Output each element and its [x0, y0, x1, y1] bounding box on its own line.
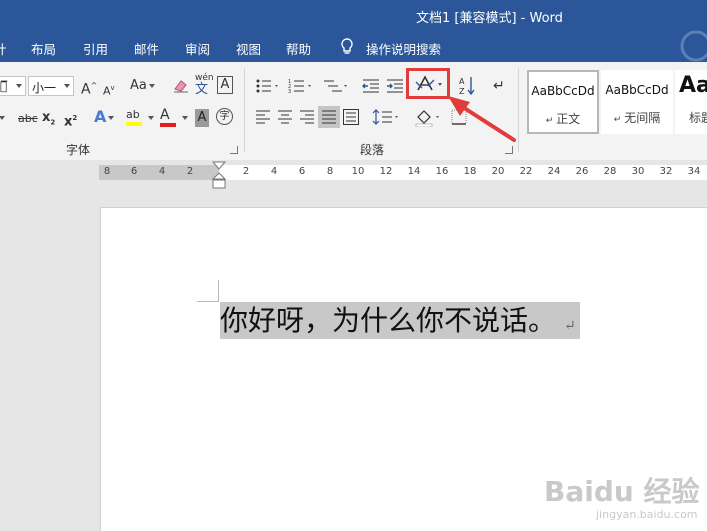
- ruler-number: 22: [519, 166, 533, 177]
- decrease-indent-icon[interactable]: [362, 78, 380, 94]
- strikethrough-button[interactable]: abc: [18, 110, 38, 128]
- style-normal[interactable]: AaBbCcDd ↵ 正文: [527, 70, 599, 134]
- superscript-button[interactable]: x2: [64, 109, 77, 131]
- ruler-number: 32: [659, 166, 673, 177]
- ruler-number: 2: [186, 166, 194, 177]
- text-effects-button[interactable]: A: [94, 108, 115, 126]
- ruler-number: 4: [270, 166, 278, 177]
- watermark-url: jingyan.baidu.com: [596, 508, 698, 521]
- style-no-spacing[interactable]: AaBbCcDd ↵ 无间隔: [601, 70, 673, 134]
- ruler-number: 10: [351, 166, 365, 177]
- ruler-number: 26: [575, 166, 589, 177]
- more-font-caret[interactable]: [0, 110, 5, 128]
- tab-design[interactable]: 计: [0, 39, 7, 58]
- phonetic-guide-button[interactable]: wén 文: [195, 73, 214, 97]
- style-heading[interactable]: Aa 标题: [675, 70, 707, 134]
- paragraph-dialog-launcher[interactable]: [505, 146, 513, 154]
- ruler-number: 28: [603, 166, 617, 177]
- paragraph-mark: ↵: [564, 318, 576, 334]
- tab-mailings[interactable]: 邮件: [134, 39, 159, 58]
- ruler-number: 8: [326, 166, 334, 177]
- ruler-number: 18: [463, 166, 477, 177]
- clear-formatting-icon[interactable]: [172, 78, 190, 94]
- svg-text:A: A: [459, 77, 465, 86]
- paragraph-group-label: 段落: [360, 143, 385, 157]
- ruler-area: 8 6 4 2 2 4 6 8 10 12 14 16 18 20 22 24 …: [0, 160, 707, 190]
- character-shading-button[interactable]: A: [195, 109, 209, 127]
- tell-me-search[interactable]: 操作说明搜索: [366, 39, 441, 58]
- ruler-number: 16: [435, 166, 449, 177]
- ruler-number: 8: [103, 166, 111, 177]
- ruler-number: 6: [130, 166, 138, 177]
- group-separator: [244, 68, 245, 152]
- align-right-icon[interactable]: [299, 110, 315, 124]
- tab-view[interactable]: 视图: [236, 39, 261, 58]
- account-icon[interactable]: [672, 30, 707, 62]
- shrink-font-button[interactable]: Av: [103, 79, 115, 101]
- document-selected-text[interactable]: 你好呀，为什么你不说话。 ↵: [220, 302, 580, 339]
- subscript-button[interactable]: x2: [42, 109, 55, 132]
- change-case-button[interactable]: Aa: [130, 77, 155, 95]
- grow-font-button[interactable]: A^: [81, 77, 97, 99]
- watermark-logo: Baidu 经验: [544, 475, 700, 508]
- font-color-button[interactable]: A: [160, 106, 176, 127]
- ribbon-tabs: 计 布局 引用 邮件 审阅 视图 帮助 操作说明搜索: [0, 30, 707, 62]
- margin-corner-mark: [197, 301, 219, 302]
- indent-marker-icon[interactable]: [212, 161, 226, 190]
- ruler-number: 12: [379, 166, 393, 177]
- ruler-number: 14: [407, 166, 421, 177]
- font-color-caret[interactable]: [180, 109, 188, 127]
- align-center-icon[interactable]: [277, 110, 293, 124]
- tab-help[interactable]: 帮助: [286, 39, 311, 58]
- ruler-number: 20: [491, 166, 505, 177]
- tab-review[interactable]: 审阅: [185, 39, 210, 58]
- distributed-icon[interactable]: [343, 109, 359, 125]
- ribbon: 正̅ 小一 A^ Av Aa wén 文 A abc x2 x2 A ab A …: [0, 62, 707, 161]
- justify-icon: [322, 110, 336, 124]
- highlight-color-button[interactable]: ab: [126, 106, 142, 126]
- title-bar: 文档1 [兼容模式] - Word: [0, 0, 707, 30]
- ruler-number: 30: [631, 166, 645, 177]
- align-left-icon[interactable]: [255, 110, 271, 124]
- ruler-number: 2: [242, 166, 250, 177]
- line-spacing-icon[interactable]: [372, 108, 402, 126]
- justify-button[interactable]: [318, 106, 340, 128]
- ruler-number: 6: [298, 166, 306, 177]
- font-name-dropdown[interactable]: 正̅: [0, 76, 26, 96]
- tab-layout[interactable]: 布局: [31, 39, 56, 58]
- ruler-number: 24: [547, 166, 561, 177]
- bullets-icon[interactable]: [255, 78, 281, 94]
- annotation-arrow-icon: [448, 96, 516, 142]
- increase-indent-icon[interactable]: [386, 78, 404, 94]
- numbering-icon[interactable]: 1 2 3: [288, 78, 314, 94]
- margin-corner-mark: [218, 280, 219, 302]
- enclose-characters-button[interactable]: 字: [216, 108, 233, 125]
- ruler-number: 34: [687, 166, 701, 177]
- horizontal-ruler[interactable]: 8 6 4 2 2 4 6 8 10 12 14 16 18 20 22 24 …: [99, 165, 707, 180]
- tab-references[interactable]: 引用: [83, 39, 108, 58]
- font-size-dropdown[interactable]: 小一: [28, 76, 74, 96]
- font-group-label: 字体: [66, 143, 91, 157]
- ruler-number: 4: [158, 166, 166, 177]
- highlight-caret[interactable]: [146, 109, 154, 127]
- window-title: 文档1 [兼容模式] - Word: [416, 11, 563, 26]
- lightbulb-icon[interactable]: [340, 38, 354, 56]
- multilevel-list-icon[interactable]: [322, 78, 350, 94]
- font-dialog-launcher[interactable]: [230, 146, 238, 154]
- svg-text:3: 3: [288, 89, 291, 94]
- character-border-button[interactable]: A: [217, 76, 233, 94]
